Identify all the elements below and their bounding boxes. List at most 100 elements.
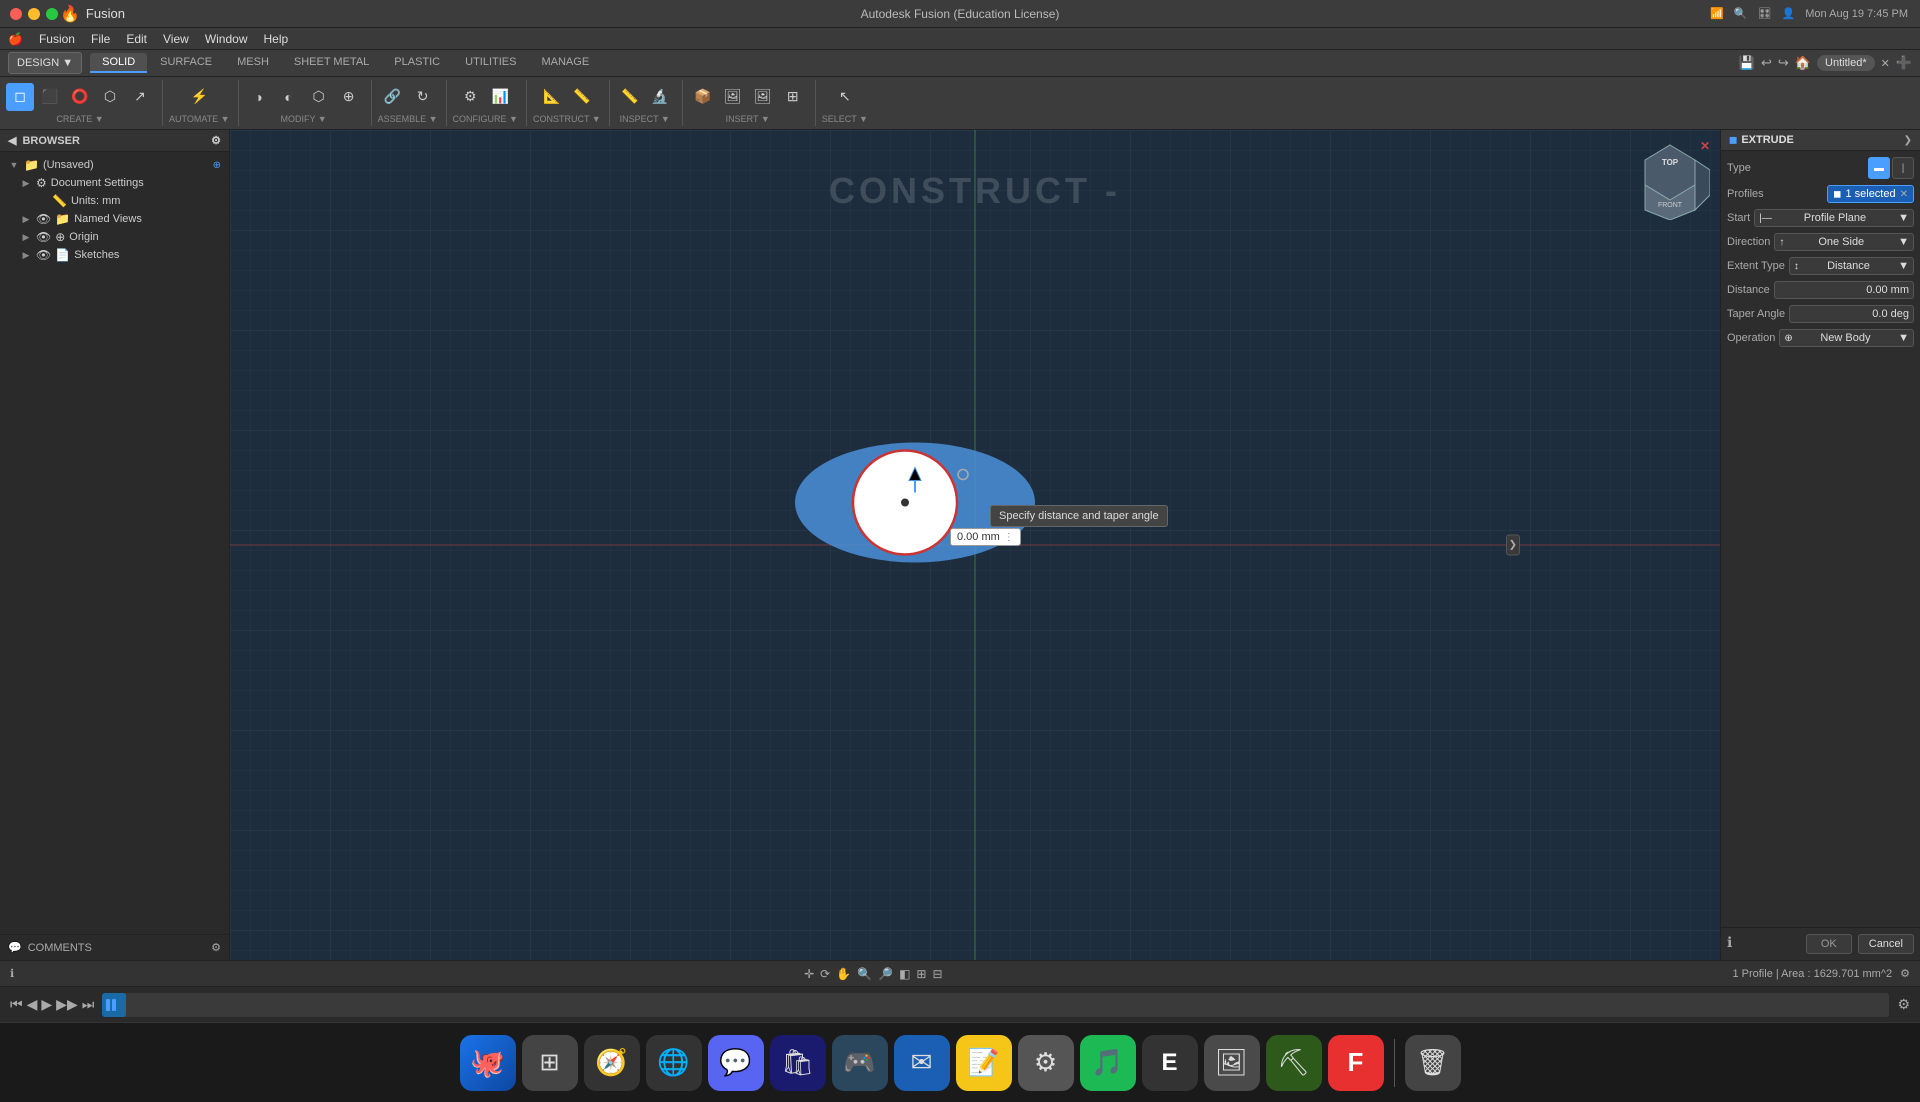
dock-launchpad[interactable]: ⊞ <box>522 1035 578 1091</box>
modify-label[interactable]: MODIFY ▼ <box>280 114 326 124</box>
dock-notes[interactable]: 📝 <box>956 1035 1012 1091</box>
orbit-icon[interactable]: ⟳ <box>820 967 830 981</box>
dock-appstore[interactable]: 🛍 <box>770 1035 826 1091</box>
joint-btn[interactable]: 🔗 <box>379 83 407 111</box>
dock-steam[interactable]: 🎮 <box>832 1035 888 1091</box>
tab-sheet-metal[interactable]: SHEET METAL <box>282 53 381 73</box>
create-label[interactable]: CREATE ▼ <box>56 114 103 124</box>
auto-btn[interactable]: ⚡ <box>185 83 213 111</box>
tab-utilities[interactable]: UTILITIES <box>453 53 528 73</box>
timeline-track[interactable] <box>102 993 1889 1017</box>
undo-icon[interactable]: ↩ <box>1761 55 1772 71</box>
extrude-btn[interactable]: ⬛ <box>36 83 64 111</box>
timeline-prev-btn[interactable]: ◀ <box>27 996 38 1013</box>
timeline-start-btn[interactable]: ⏮ <box>10 996 23 1013</box>
menu-help[interactable]: Help <box>264 32 289 46</box>
loft-btn[interactable]: ⬡ <box>96 83 124 111</box>
menu-view[interactable]: View <box>163 32 189 46</box>
menu-window[interactable]: Window <box>205 32 248 46</box>
menu-edit[interactable]: Edit <box>126 32 147 46</box>
tab-plastic[interactable]: PLASTIC <box>382 53 452 73</box>
dock-fusion[interactable]: F <box>1328 1035 1384 1091</box>
dock-spotify[interactable]: 🎵 <box>1080 1035 1136 1091</box>
operation-select[interactable]: ⊕ New Body ▼ <box>1779 329 1914 347</box>
insert-img-btn[interactable]: 🖼 <box>749 83 777 111</box>
dock-system-prefs[interactable]: ⚙ <box>1018 1035 1074 1091</box>
extent-type-select[interactable]: ↕ Distance ▼ <box>1789 257 1914 275</box>
tab-manage[interactable]: MANAGE <box>529 53 601 73</box>
dock-mail[interactable]: ✉ <box>894 1035 950 1091</box>
motion-btn[interactable]: ↻ <box>409 83 437 111</box>
configure-btn[interactable]: ⚙ <box>456 83 484 111</box>
viewcube[interactable]: TOP FRONT ✕ <box>1630 140 1710 220</box>
construct-label-btn[interactable]: CONSTRUCT ▼ <box>533 114 601 124</box>
search-icon[interactable]: 🔍 <box>1734 7 1748 20</box>
grid-icon[interactable]: ⊞ <box>916 967 926 981</box>
redo-icon[interactable]: ↪ <box>1778 55 1789 71</box>
construct2-btn[interactable]: 📏 <box>568 83 596 111</box>
extrude-panel-expand[interactable]: ❯ <box>1904 135 1912 146</box>
sketch-btn[interactable]: ◻ <box>6 83 34 111</box>
status-settings-icon[interactable]: ⚙ <box>1900 967 1910 980</box>
shell-btn[interactable]: ⬡ <box>305 83 333 111</box>
insert-select-btn[interactable]: ⊞ <box>779 83 807 111</box>
offset-plane-btn[interactable]: 📐 <box>538 83 566 111</box>
dock-minecraft[interactable]: ⛏ <box>1266 1035 1322 1091</box>
sidebar-collapse-icon[interactable]: ◀ <box>8 134 16 147</box>
tree-item-units[interactable]: 📏 Units: mm <box>0 192 229 210</box>
tree-item-origin[interactable]: ▶ 👁 ⊕ Origin <box>0 228 229 246</box>
timeline-gear-icon[interactable]: ⚙ <box>1897 996 1910 1013</box>
menu-fusion[interactable]: Fusion <box>39 32 75 46</box>
distance-input[interactable]: 0.00 mm ⋮ <box>950 528 1021 546</box>
minimize-button[interactable] <box>28 8 40 20</box>
comments-settings-icon[interactable]: ⚙ <box>211 941 221 954</box>
ok-button[interactable]: OK <box>1806 934 1852 954</box>
dock-chrome[interactable]: 🌐 <box>646 1035 702 1091</box>
chamfer-btn[interactable]: ◐ <box>275 83 303 111</box>
dock-epic[interactable]: E <box>1142 1035 1198 1091</box>
automate-label[interactable]: AUTOMATE ▼ <box>169 114 230 124</box>
tab-mesh[interactable]: MESH <box>225 53 281 73</box>
design-button[interactable]: DESIGN ▼ <box>8 52 82 74</box>
dock-trash[interactable]: 🗑 <box>1405 1035 1461 1091</box>
timeline-play-btn[interactable]: ▶ <box>41 996 52 1013</box>
panel-expand-arrow[interactable]: ❯ <box>1506 535 1520 556</box>
configure-label[interactable]: CONFIGURE ▼ <box>453 114 518 124</box>
menu-file[interactable]: File <box>91 32 110 46</box>
zoom-icon[interactable]: 🔍 <box>857 967 872 981</box>
close-button[interactable] <box>10 8 22 20</box>
fillet-btn[interactable]: ◑ <box>245 83 273 111</box>
profiles-clear-btn[interactable]: ✕ <box>1900 189 1908 200</box>
info-icon[interactable]: ℹ <box>1727 934 1732 954</box>
profiles-value[interactable]: ◼ 1 selected ✕ <box>1827 185 1914 203</box>
fullscreen-button[interactable] <box>46 8 58 20</box>
assemble-label[interactable]: ASSEMBLE ▼ <box>378 114 438 124</box>
control-center-icon[interactable]: 🎛 <box>1758 7 1772 20</box>
start-select[interactable]: |— Profile Plane ▼ <box>1754 209 1914 227</box>
add-tab-icon[interactable]: ➕ <box>1896 55 1912 71</box>
timeline-next-btn[interactable]: ▶▶ <box>56 996 78 1013</box>
insert-svg-btn[interactable]: 🖼 <box>719 83 747 111</box>
distance-menu-icon[interactable]: ⋮ <box>1004 532 1014 543</box>
home-icon[interactable]: 🏠 <box>1795 55 1811 71</box>
taper-field[interactable] <box>1789 305 1914 323</box>
direction-select[interactable]: ↑ One Side ▼ <box>1774 233 1914 251</box>
tree-item-root[interactable]: ▼ 📁 (Unsaved) ⊕ <box>0 156 229 174</box>
zoom-out-icon[interactable]: 🔎 <box>878 967 893 981</box>
combine-btn[interactable]: ⊕ <box>335 83 363 111</box>
tab-surface[interactable]: SURFACE <box>148 53 224 73</box>
distance-value[interactable]: 0.00 mm <box>957 531 1000 543</box>
interference-btn[interactable]: 🔬 <box>646 83 674 111</box>
insert-label[interactable]: INSERT ▼ <box>726 114 770 124</box>
tree-item-sketches[interactable]: ▶ 👁 📄 Sketches <box>0 246 229 264</box>
viewport[interactable]: CONSTRUCT - Specify distance and taper a… <box>230 130 1720 960</box>
tree-item-doc-settings[interactable]: ▶ ⚙ Document Settings <box>0 174 229 192</box>
display-mode-icon[interactable]: ◧ <box>899 967 910 981</box>
cancel-button[interactable]: Cancel <box>1858 934 1914 954</box>
distance-field[interactable] <box>1774 281 1914 299</box>
insert-mesh-btn[interactable]: 📦 <box>689 83 717 111</box>
pan-icon[interactable]: ✋ <box>836 967 851 981</box>
config2-btn[interactable]: 📊 <box>486 83 514 111</box>
close-tab-icon[interactable]: ✕ <box>1881 57 1890 70</box>
dock-finder[interactable]: 🐙 <box>460 1035 516 1091</box>
